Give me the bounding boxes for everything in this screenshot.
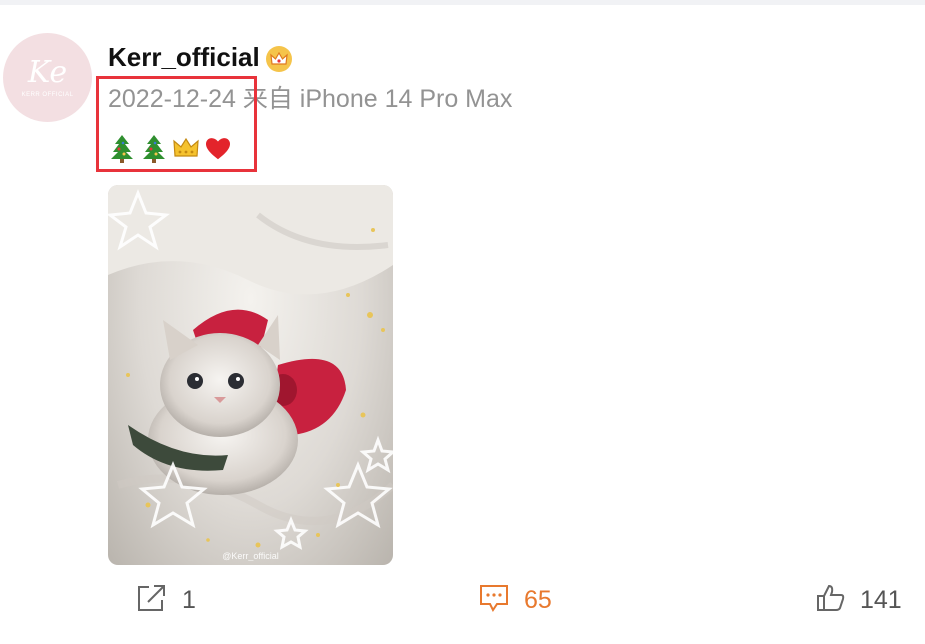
like-button[interactable]: 141 <box>816 584 902 616</box>
like-count: 141 <box>860 586 902 614</box>
share-count: 1 <box>182 586 196 614</box>
author-name[interactable]: Kerr_official <box>108 42 260 72</box>
avatar-logo-text: Ke <box>27 54 68 90</box>
comment-icon <box>478 583 510 618</box>
comment-count: 65 <box>524 586 552 614</box>
thumbs-up-icon <box>816 583 846 618</box>
crown-badge-icon[interactable] <box>266 46 292 72</box>
highlight-box <box>96 76 257 172</box>
comment-button[interactable]: 65 <box>478 584 552 616</box>
image-watermark: @Kerr_official <box>222 551 279 561</box>
top-divider <box>0 0 925 5</box>
avatar[interactable]: Ke KERR OFFICIAL <box>3 33 92 122</box>
share-button[interactable]: 1 <box>136 584 196 616</box>
kitten-photo <box>108 185 393 550</box>
post-source: 来自 iPhone 14 Pro Max <box>242 85 513 113</box>
share-icon <box>136 583 168 618</box>
post-image[interactable]: @Kerr_official <box>108 185 393 565</box>
avatar-logo-tag: KERR OFFICIAL <box>21 91 74 98</box>
